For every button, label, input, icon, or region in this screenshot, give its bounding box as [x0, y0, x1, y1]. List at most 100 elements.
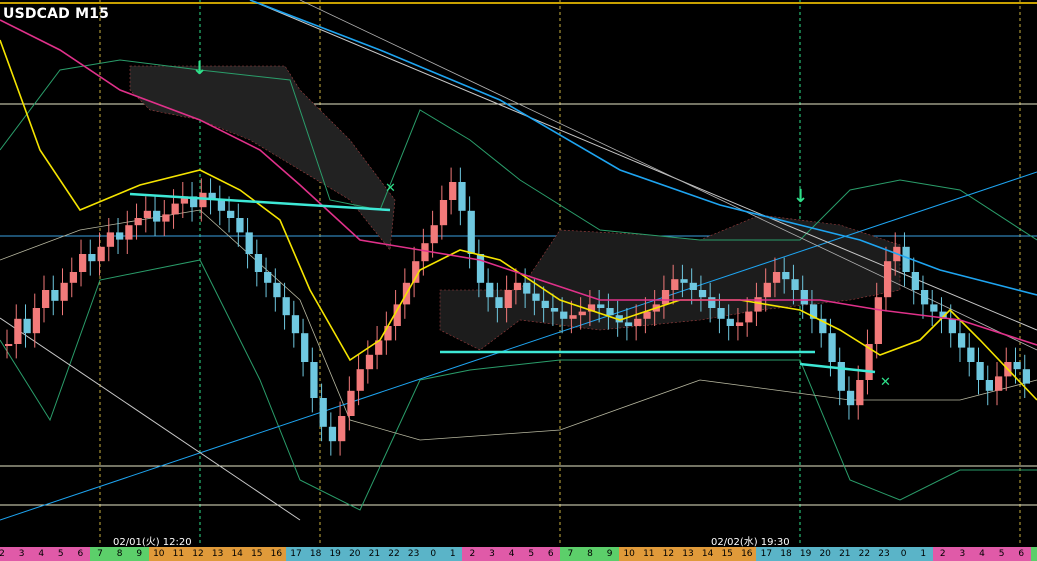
- candle-body: [162, 214, 170, 222]
- cross-icon: ✕: [385, 181, 396, 196]
- candle-body: [902, 246, 910, 272]
- candle-body: [125, 225, 133, 240]
- candle-body: [245, 232, 253, 254]
- hour-tick: 10: [619, 547, 640, 561]
- candle-body: [569, 315, 577, 319]
- candle-body: [365, 354, 374, 370]
- candle-body: [680, 279, 688, 283]
- hour-tick: 12: [658, 547, 679, 561]
- candle-body: [5, 344, 13, 346]
- candle-body: [772, 272, 781, 283]
- hour-tick: 16: [266, 547, 287, 561]
- hour-tick: 3: [482, 547, 502, 561]
- hour-tick: 2: [462, 547, 483, 561]
- candle-body: [328, 426, 337, 442]
- candle-body: [1013, 362, 1021, 370]
- hour-tick: 20: [344, 547, 365, 561]
- candle-body: [967, 347, 975, 362]
- time-axis: 2 3 4 5 6 7 8 9 10 11 12 13 14 15 16 17 18 19 20 21 22 23 0 1 2 3…: [0, 547, 1037, 561]
- hour-tick: 14: [227, 547, 248, 561]
- cloud: [439, 214, 901, 351]
- candle-body: [828, 333, 836, 362]
- hour-tick: 11: [638, 547, 659, 561]
- hour-tick: 2: [0, 547, 12, 561]
- candle-body: [486, 282, 494, 298]
- candle-body: [578, 311, 586, 316]
- candle-body: [458, 182, 466, 211]
- hour-tick: 3: [11, 547, 32, 561]
- candle-body: [735, 322, 744, 326]
- candle-body: [51, 290, 59, 301]
- hour-tick: 22: [384, 547, 404, 561]
- candle-body: [634, 318, 642, 326]
- hour-tick: 1: [913, 547, 934, 561]
- hour-tick: 10: [148, 547, 169, 561]
- candle-body: [421, 243, 429, 262]
- candle-body: [430, 225, 438, 244]
- candle-body: [338, 416, 346, 442]
- candle-body: [14, 318, 22, 344]
- candle-body: [495, 297, 503, 308]
- hour-tick: 9: [129, 547, 150, 561]
- candle-body: [874, 297, 882, 344]
- candle-body: [217, 200, 226, 211]
- hour-tick: 6: [70, 547, 91, 561]
- candle-body: [449, 182, 457, 200]
- hour-tick: 21: [364, 547, 385, 561]
- hour-tick: 22: [854, 547, 875, 561]
- candle-body: [273, 282, 281, 298]
- candle-body: [79, 254, 87, 272]
- candle-body: [671, 279, 679, 290]
- candle-body: [97, 246, 105, 262]
- trend-line: [0, 171, 1037, 521]
- cross-icon: ✕: [880, 375, 891, 390]
- candle-body: [606, 308, 614, 316]
- candle-body: [541, 300, 549, 308]
- candle-body: [291, 315, 300, 334]
- candle-body: [643, 311, 651, 319]
- symbol-title: USDCAD M15: [3, 6, 110, 22]
- candle-body: [476, 254, 485, 283]
- candle-body: [560, 311, 568, 319]
- candle-body: [513, 282, 522, 290]
- candle-body: [171, 203, 179, 215]
- candle-body: [236, 218, 244, 233]
- candle-body: [504, 290, 512, 308]
- candle-body: [837, 362, 845, 391]
- candle-body: [153, 210, 161, 222]
- hour-tick: 13: [207, 547, 228, 561]
- hour-tick: 4: [972, 547, 992, 561]
- candle-body: [32, 308, 41, 334]
- candle-body: [745, 311, 753, 323]
- time-label-2: 02/02(水) 19:30: [711, 537, 790, 548]
- candle-body: [930, 304, 938, 312]
- candle-body: [384, 326, 392, 341]
- candle-body: [856, 380, 864, 406]
- hour-tick: 15: [717, 547, 738, 561]
- hour-tick: 16: [736, 547, 757, 561]
- candle-body: [69, 272, 78, 283]
- hour-tick: 7: [90, 547, 110, 561]
- candle-body: [116, 232, 124, 240]
- candle-body: [976, 362, 984, 380]
- candle-body: [726, 318, 734, 326]
- candle-body: [143, 210, 152, 218]
- candle-body: [282, 297, 290, 316]
- candle-body: [763, 282, 771, 298]
- time-label-1: 02/01(火) 12:20: [113, 537, 192, 548]
- candle-body: [782, 272, 790, 280]
- candle-body: [134, 218, 142, 226]
- support-line: [799, 362, 876, 374]
- candle-body: [227, 210, 235, 218]
- hour-tick: 8: [580, 547, 600, 561]
- candle-body: [994, 376, 1003, 391]
- hour-tick: 7: [1030, 547, 1037, 561]
- arrow-down-icon: ↓: [793, 186, 809, 207]
- arrow-down-icon: ↓: [192, 58, 208, 79]
- candle-body: [319, 398, 327, 427]
- hour-tick: 23: [874, 547, 894, 561]
- trend-line: [0, 317, 301, 521]
- hour-tick: 0: [423, 547, 444, 561]
- candle-body: [717, 308, 725, 319]
- candle-body: [957, 333, 966, 348]
